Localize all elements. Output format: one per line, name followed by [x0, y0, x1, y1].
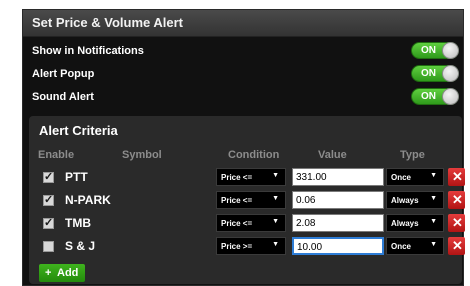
value-text: 331.00	[296, 172, 327, 183]
type-value: Once	[391, 173, 412, 182]
chevron-down-icon: ▼	[430, 195, 437, 202]
value-text: 2.08	[296, 218, 316, 229]
delete-button[interactable]: ✕	[448, 191, 465, 209]
close-icon: ✕	[452, 238, 463, 253]
alert-row: ✓ PTT Price <= ▼ 331.00 Once ▼ ✕	[29, 167, 465, 187]
show-in-notifications-label: Show in Notifications	[32, 45, 144, 57]
value-text: 10.00	[297, 242, 323, 253]
alert-row: ✓ N-PARK Price <= ▼ 0.06 Always ▼ ✕	[29, 190, 465, 210]
toggle-knob	[442, 42, 459, 59]
dialog-title: Set Price & Volume Alert	[32, 15, 183, 30]
alert-row: S & J Price >= ▼ 10.00 Once ▼ ✕	[29, 236, 465, 256]
delete-button[interactable]: ✕	[448, 237, 465, 255]
sound-alert-label: Sound Alert	[32, 91, 94, 103]
add-alert-button[interactable]: + Add	[39, 264, 85, 282]
alert-criteria-section: Alert Criteria Enable Symbol Condition V…	[29, 116, 465, 284]
condition-select[interactable]: Price <= ▼	[216, 168, 286, 186]
alert-row: ✓ TMB Price <= ▼ 2.08 Always ▼ ✕	[29, 213, 465, 233]
value-input[interactable]: 0.06	[292, 191, 384, 209]
symbol-label: TMB	[65, 216, 91, 230]
chevron-down-icon: ▼	[272, 172, 279, 179]
enable-checkbox[interactable]: ✓	[43, 171, 54, 183]
close-icon: ✕	[452, 192, 463, 207]
symbol-label: N-PARK	[65, 193, 111, 207]
condition-value: Price <=	[221, 219, 253, 228]
alert-dialog: Set Price & Volume Alert Show in Notific…	[22, 9, 465, 286]
value-column-header: Value	[318, 149, 347, 161]
chevron-down-icon: ▼	[430, 241, 437, 248]
toggle-state-text: ON	[421, 45, 436, 56]
alert-popup-label: Alert Popup	[32, 68, 95, 80]
type-select[interactable]: Once ▼	[386, 237, 444, 255]
value-input[interactable]: 331.00	[292, 168, 384, 186]
type-value: Always	[391, 219, 419, 228]
chevron-down-icon: ▼	[272, 241, 279, 248]
condition-select[interactable]: Price <= ▼	[216, 191, 286, 209]
delete-button[interactable]: ✕	[448, 214, 465, 232]
value-text: 0.06	[296, 195, 316, 206]
condition-value: Price <=	[221, 173, 253, 182]
dialog-header: Set Price & Volume Alert	[23, 10, 463, 37]
condition-select[interactable]: Price >= ▼	[216, 237, 286, 255]
sound-alert-toggle[interactable]: ON	[411, 88, 459, 105]
toggle-knob	[442, 65, 459, 82]
enable-checkbox[interactable]: ✓	[43, 217, 54, 229]
chevron-down-icon: ▼	[430, 172, 437, 179]
checkmark-icon: ✓	[44, 194, 54, 206]
chevron-down-icon: ▼	[272, 218, 279, 225]
type-select[interactable]: Once ▼	[386, 168, 444, 186]
close-icon: ✕	[452, 215, 463, 230]
toggle-state-text: ON	[421, 91, 436, 102]
plus-icon: +	[45, 267, 52, 279]
type-select[interactable]: Always ▼	[386, 214, 444, 232]
condition-column-header: Condition	[228, 149, 280, 161]
checkmark-icon: ✓	[44, 217, 54, 229]
alert-popup-toggle[interactable]: ON	[411, 65, 459, 82]
type-select[interactable]: Always ▼	[386, 191, 444, 209]
checkmark-icon: ✓	[44, 171, 54, 183]
add-button-label: Add	[57, 267, 79, 279]
show-in-notifications-toggle[interactable]: ON	[411, 42, 459, 59]
close-icon: ✕	[452, 169, 463, 184]
toggle-knob	[442, 88, 459, 105]
condition-select[interactable]: Price <= ▼	[216, 214, 286, 232]
value-input[interactable]: 2.08	[292, 214, 384, 232]
type-value: Always	[391, 196, 419, 205]
enable-checkbox[interactable]	[43, 241, 54, 252]
enable-column-header: Enable	[38, 149, 75, 161]
delete-button[interactable]: ✕	[448, 168, 465, 186]
condition-value: Price >=	[221, 242, 253, 251]
value-input[interactable]: 10.00	[292, 237, 384, 255]
toggle-state-text: ON	[421, 68, 436, 79]
chevron-down-icon: ▼	[430, 218, 437, 225]
chevron-down-icon: ▼	[272, 195, 279, 202]
enable-checkbox[interactable]: ✓	[43, 194, 54, 206]
type-value: Once	[391, 242, 412, 251]
symbol-label: S & J	[65, 239, 96, 253]
symbol-label: PTT	[65, 170, 88, 184]
alert-criteria-title: Alert Criteria	[39, 123, 118, 138]
condition-value: Price <=	[221, 196, 253, 205]
type-column-header: Type	[400, 149, 425, 161]
symbol-column-header: Symbol	[122, 149, 162, 161]
